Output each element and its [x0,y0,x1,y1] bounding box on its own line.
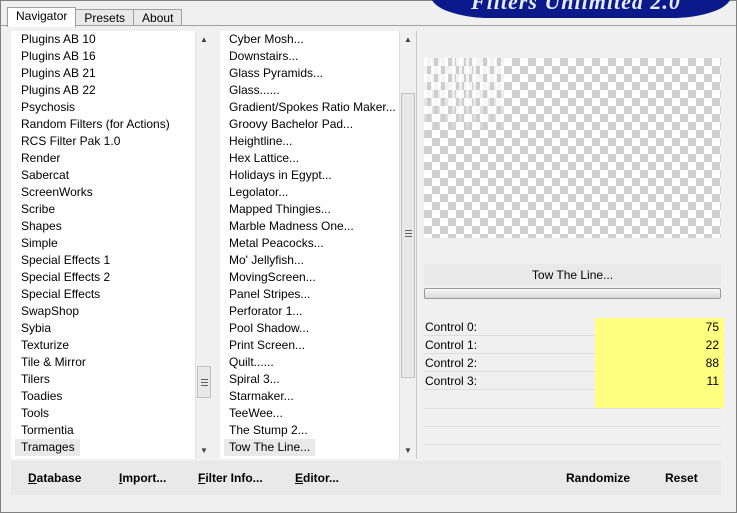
reset-button[interactable]: Reset [665,471,698,485]
category-item[interactable]: RCS Filter Pak 1.0 [15,133,170,150]
filters-unlimited-window: Filters Unlimited 2.0 Navigator Presets … [0,0,737,513]
scroll-up-arrow-icon[interactable]: ▲ [196,31,212,48]
category-item[interactable]: ScreenWorks [15,184,170,201]
control-row-divider [424,408,721,409]
filter-item[interactable]: Gradient/Spokes Ratio Maker... [224,99,396,116]
filter-item[interactable]: Tow The Line... [224,439,316,456]
category-item[interactable]: Special Effects [15,286,170,303]
filter-item[interactable]: Metal Peacocks... [224,235,396,252]
control-row: Control 1: 22 [424,336,724,354]
control-label: Control 2: [425,356,478,370]
category-item[interactable]: Tilers [15,371,170,388]
filter-scrollbar[interactable]: ▲ ▼ [399,31,416,459]
filter-item[interactable]: Holidays in Egypt... [224,167,396,184]
category-item[interactable]: Tile & Mirror [15,354,170,371]
category-item[interactable]: Render [15,150,170,167]
filter-item[interactable]: Legolator... [224,184,396,201]
filter-item[interactable]: Heightline... [224,133,396,150]
control-value-slider[interactable]: 75 [595,318,723,336]
category-listbox[interactable]: Plugins AB 10 Plugins AB 16 Plugins AB 21 P… [11,31,212,459]
filter-item[interactable]: MovingScreen... [224,269,396,286]
category-item[interactable]: Tools [15,405,170,422]
control-label: Control 0: [425,320,478,334]
category-item[interactable]: Sybia [15,320,170,337]
category-item[interactable]: Scribe [15,201,170,218]
progress-bar [424,288,721,299]
filter-item[interactable]: Quilt...... [224,354,396,371]
controls-panel: Control 0: 75 Control 1: 22 Control 2: 88 Cont… [424,318,724,390]
tab-about[interactable]: About [133,9,183,26]
category-item[interactable]: Tramages [15,439,80,456]
category-item[interactable]: Plugins AB 16 [15,48,170,65]
category-item[interactable]: Plugins AB 10 [15,31,170,48]
filter-info-button[interactable]: Filter Info... [198,471,263,485]
category-item[interactable]: Special Effects 1 [15,252,170,269]
preview-image [424,58,721,238]
import-button[interactable]: Import... [119,471,166,485]
scroll-down-arrow-icon[interactable]: ▼ [196,442,212,459]
category-item[interactable]: Shapes [15,218,170,235]
filter-item[interactable]: Glass Pyramids... [224,65,396,82]
filter-item[interactable]: Downstairs... [224,48,396,65]
control-row-divider [424,426,721,427]
control-value-slider[interactable]: 22 [595,336,723,354]
tab-bar: Navigator Presets About [7,7,183,27]
tab-divider [1,25,736,26]
category-item[interactable]: Simple [15,235,170,252]
editor-button[interactable]: Editor... [295,471,339,485]
category-scrollbar[interactable]: ▲ ▼ [195,31,212,459]
filter-item[interactable]: Marble Madness One... [224,218,396,235]
filter-item[interactable]: Perforator 1... [224,303,396,320]
banner-title: Filters Unlimited 2.0 [471,0,681,14]
filter-item[interactable]: Groovy Bachelor Pad... [224,116,396,133]
control-row: Control 3: 11 [424,372,724,390]
filter-item[interactable]: TeeWee... [224,405,396,422]
category-item[interactable]: Plugins AB 21 [15,65,170,82]
scroll-down-arrow-icon[interactable]: ▼ [400,442,416,459]
filter-scroll-thumb[interactable] [401,93,415,378]
control-label: Control 1: [425,338,478,352]
control-value-slider[interactable]: 11 [595,372,723,390]
tab-navigator[interactable]: Navigator [7,7,77,27]
filter-list: Cyber Mosh... Downstairs... Glass Pyramids… [224,31,396,456]
control-label: Control 3: [425,374,478,388]
category-item[interactable]: Tormentia [15,422,170,439]
filter-item[interactable]: Spiral 3... [224,371,396,388]
title-banner: Filters Unlimited 2.0 [431,0,731,18]
category-item[interactable]: Special Effects 2 [15,269,170,286]
control-row: Control 0: 75 [424,318,724,336]
category-item[interactable]: SwapShop [15,303,170,320]
category-item[interactable]: Plugins AB 22 [15,82,170,99]
selected-filter-name: Tow The Line... [424,264,721,286]
tab-presets[interactable]: Presets [75,9,135,26]
category-scroll-thumb[interactable] [197,366,211,398]
scroll-up-arrow-icon[interactable]: ▲ [400,31,416,48]
filter-listbox[interactable]: Cyber Mosh... Downstairs... Glass Pyramids… [220,31,417,459]
category-list: Plugins AB 10 Plugins AB 16 Plugins AB 21 P… [15,31,170,456]
randomize-button[interactable]: Randomize [566,471,630,485]
control-row-divider [424,444,721,445]
filter-item[interactable]: Cyber Mosh... [224,31,396,48]
category-item[interactable]: Random Filters (for Actions) [15,116,170,133]
filter-item[interactable]: Print Screen... [224,337,396,354]
category-item[interactable]: Sabercat [15,167,170,184]
filter-item[interactable]: Mo' Jellyfish... [224,252,396,269]
category-item[interactable]: Psychosis [15,99,170,116]
category-item[interactable]: Toadies [15,388,170,405]
filter-item[interactable]: Panel Stripes... [224,286,396,303]
filter-item[interactable]: The Stump 2... [224,422,396,439]
preview-stripes [424,58,504,138]
bottom-toolbar: Database Import... Filter Info... Editor… [11,461,721,495]
database-button[interactable]: Database [28,471,81,485]
category-item[interactable]: Texturize [15,337,170,354]
control-value-slider[interactable]: 88 [595,354,723,372]
filter-item[interactable]: Glass...... [224,82,396,99]
filter-item[interactable]: Pool Shadow... [224,320,396,337]
filter-item[interactable]: Mapped Thingies... [224,201,396,218]
filter-item[interactable]: Starmaker... [224,388,396,405]
filter-item[interactable]: Hex Lattice... [224,150,396,167]
control-row: Control 2: 88 [424,354,724,372]
